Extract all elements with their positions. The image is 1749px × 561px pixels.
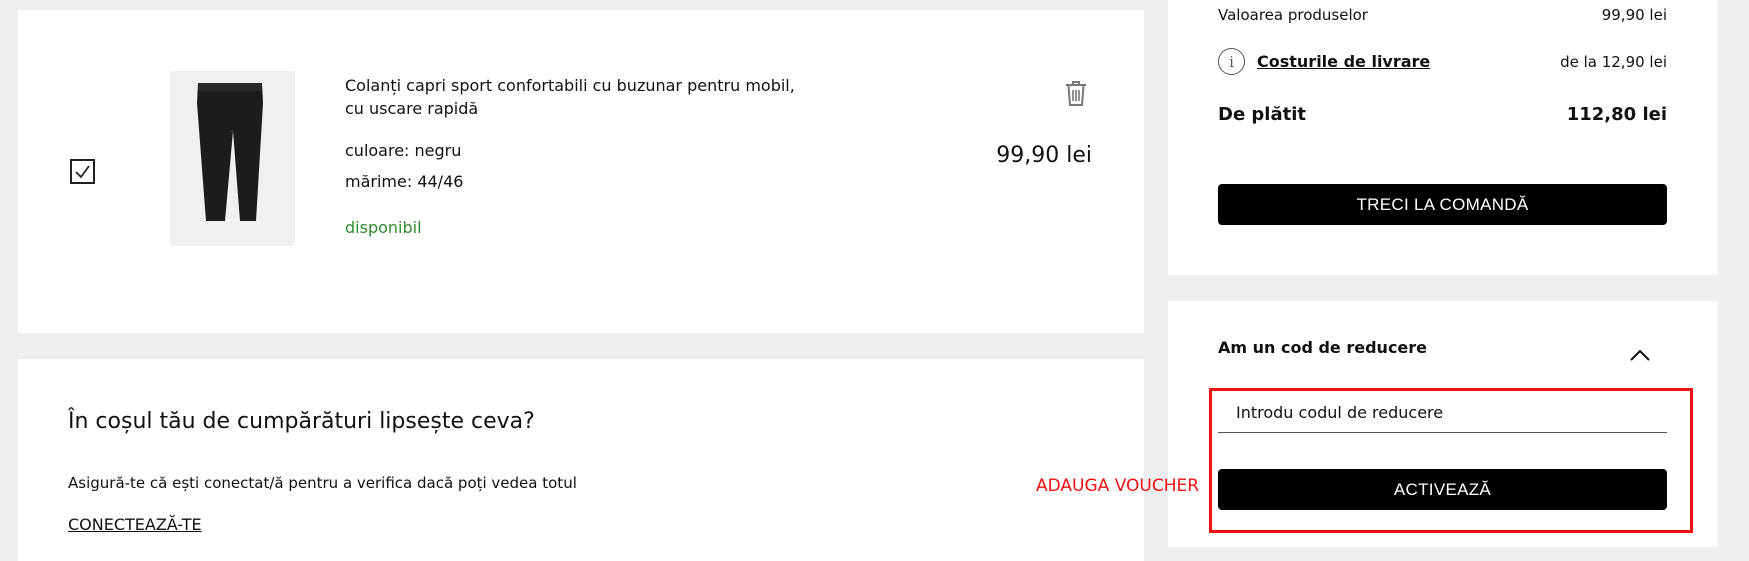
- annotation-label: ADAUGA VOUCHER: [1036, 476, 1200, 496]
- chevron-up-icon: [1630, 349, 1650, 361]
- collapse-voucher-button[interactable]: [1630, 346, 1650, 365]
- delete-item-button[interactable]: [1065, 80, 1087, 110]
- total-row: De plătit 112,80 lei: [1218, 104, 1667, 125]
- availability-status: disponibil: [345, 218, 422, 237]
- item-select-checkbox[interactable]: [70, 159, 95, 184]
- trash-icon: [1066, 81, 1086, 106]
- leggings-image: [197, 83, 263, 221]
- checkout-button[interactable]: TRECI LA COMANDĂ: [1218, 184, 1667, 225]
- missing-text: Asigură-te că ești conectat/ă pentru a v…: [68, 474, 577, 492]
- items-value-row: Valoarea produselor 99,90 lei: [1218, 6, 1667, 24]
- product-color: culoare: negru: [345, 141, 462, 160]
- highlight-box: [1209, 388, 1693, 533]
- shipping-costs-link[interactable]: Costurile de livrare: [1257, 52, 1430, 71]
- cart-item-card: Colanți capri sport confortabili cu buzu…: [18, 10, 1144, 333]
- product-price: 99,90 lei: [996, 143, 1092, 168]
- info-icon[interactable]: i: [1218, 48, 1245, 75]
- shipping-row: i Costurile de livrare de la 12,90 lei: [1218, 48, 1667, 75]
- total-amount: 112,80 lei: [1566, 104, 1667, 125]
- order-summary-card: Valoarea produselor 99,90 lei i Costuril…: [1168, 0, 1717, 275]
- product-title[interactable]: Colanți capri sport confortabili cu buzu…: [345, 74, 815, 120]
- missing-title: În coșul tău de cumpărături lipsește cev…: [68, 409, 535, 434]
- voucher-title: Am un cod de reducere: [1218, 338, 1428, 357]
- checkmark-icon: [75, 165, 90, 179]
- items-value-amount: 99,90 lei: [1601, 6, 1667, 24]
- missing-items-card: În coșul tău de cumpărături lipsește cev…: [18, 359, 1144, 561]
- shipping-cost-amount: de la 12,90 lei: [1560, 52, 1667, 71]
- product-image[interactable]: [170, 71, 295, 246]
- product-size: mărime: 44/46: [345, 172, 464, 191]
- total-label: De plătit: [1218, 104, 1306, 125]
- login-link[interactable]: CONECTEAZĂ-TE: [68, 515, 202, 534]
- items-value-label: Valoarea produselor: [1218, 6, 1368, 24]
